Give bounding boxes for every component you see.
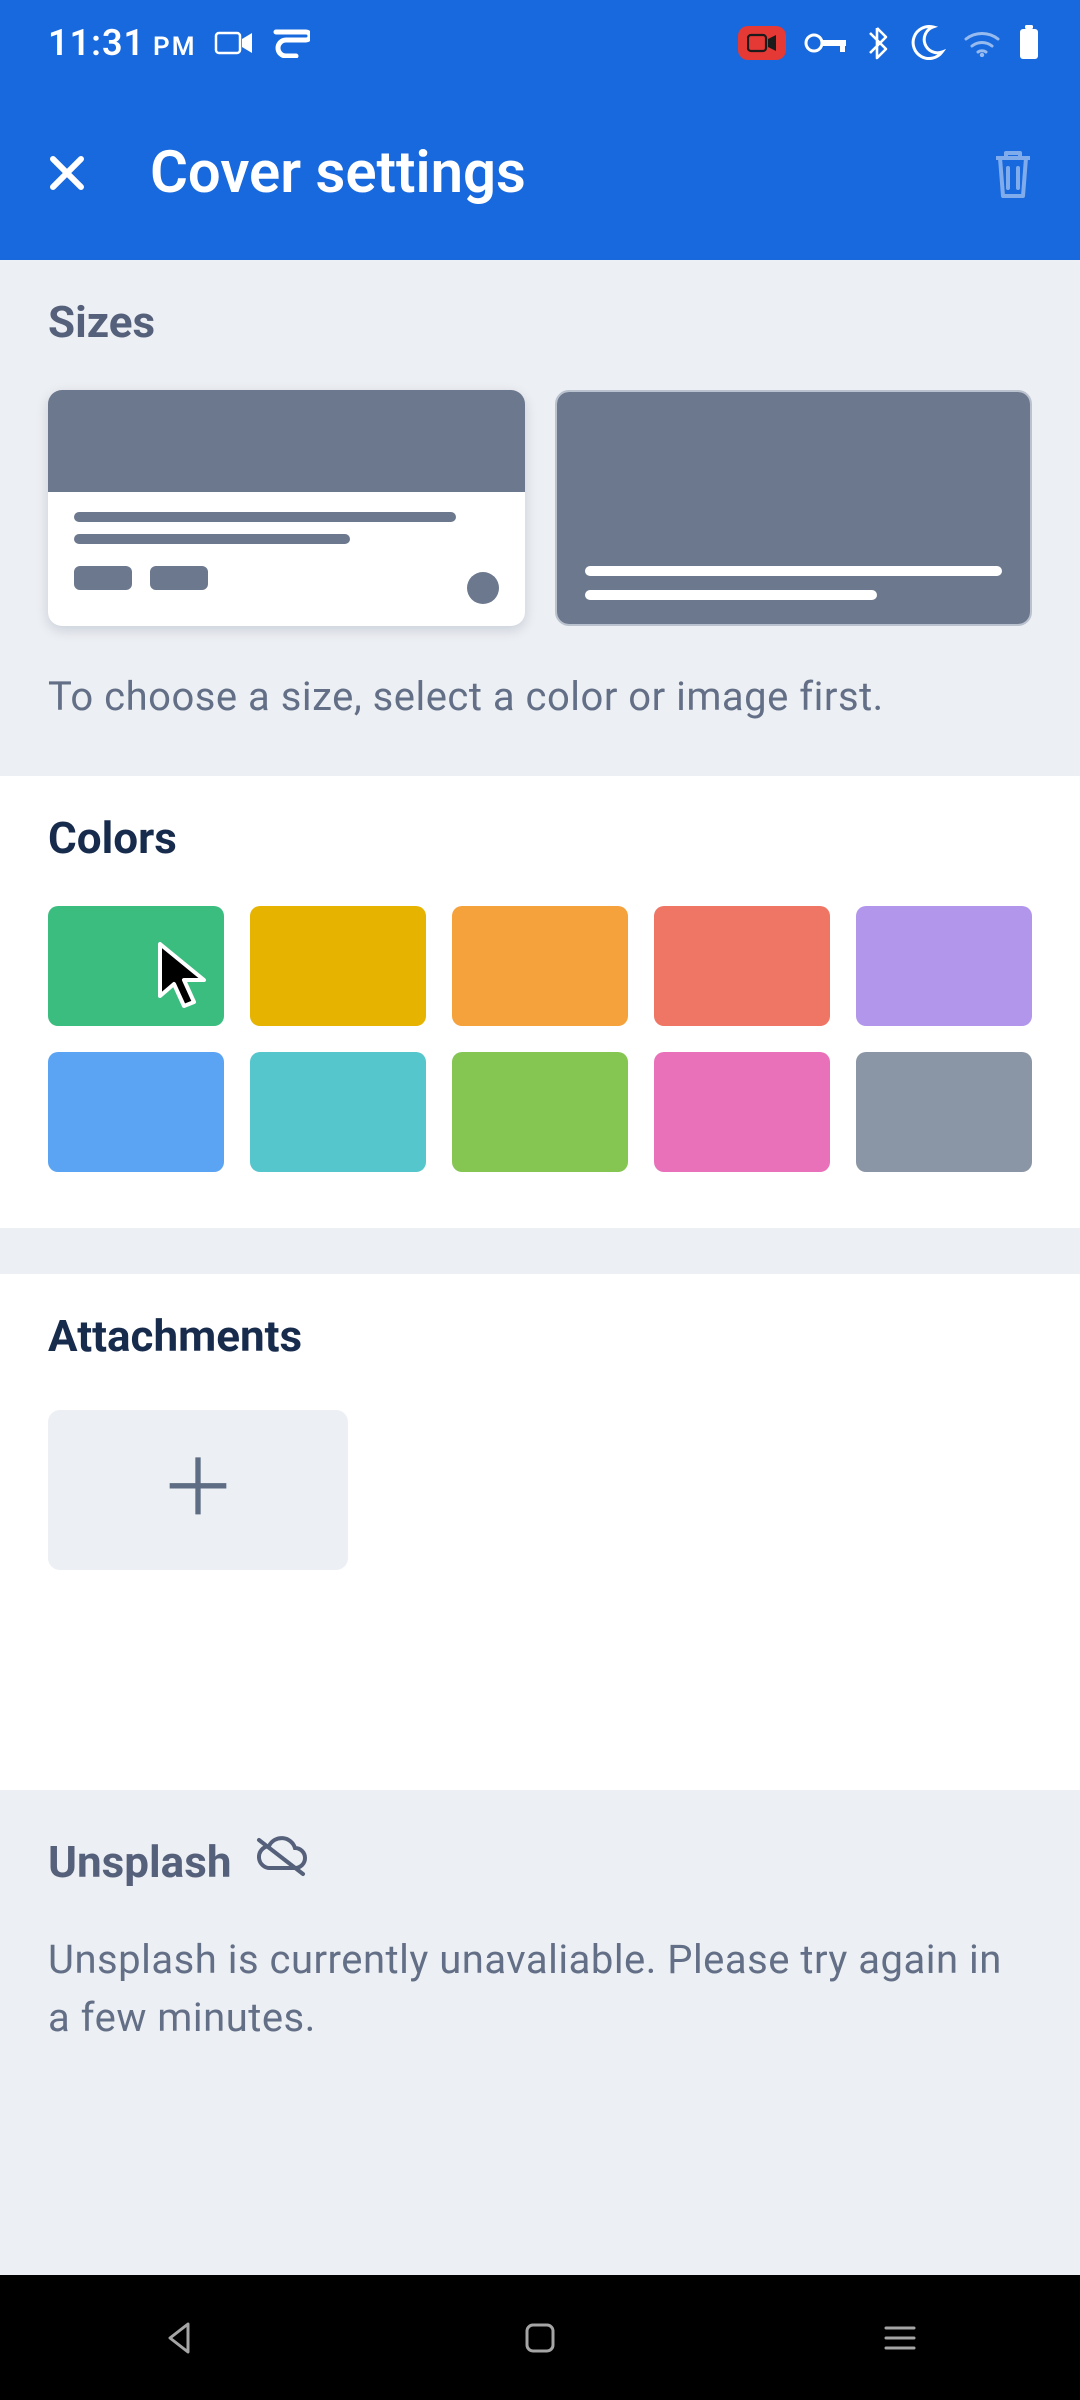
square-home-icon xyxy=(522,2320,558,2356)
colors-section: Colors xyxy=(0,776,1080,1228)
sizes-label: Sizes xyxy=(48,296,1032,348)
sizes-options xyxy=(48,390,1032,626)
color-swatch-yellow[interactable] xyxy=(250,906,426,1026)
status-left: 11:31 PM xyxy=(48,22,310,64)
unsplash-header: Unsplash xyxy=(48,1834,1032,1889)
delete-button[interactable] xyxy=(978,138,1048,208)
size-half-cover-preview xyxy=(48,390,525,492)
cloud-off-icon xyxy=(253,1834,309,1889)
nav-home-button[interactable] xyxy=(510,2308,570,2368)
triangle-back-icon xyxy=(160,2318,200,2358)
status-right xyxy=(738,23,1040,63)
color-swatch-lime[interactable] xyxy=(452,1052,628,1172)
status-time-value: 11:31 xyxy=(48,22,145,64)
size-option-half[interactable] xyxy=(48,390,525,626)
nav-back-button[interactable] xyxy=(150,2308,210,2368)
color-swatch-purple[interactable] xyxy=(856,906,1032,1026)
color-swatch-pink[interactable] xyxy=(654,1052,830,1172)
recording-indicator-icon xyxy=(738,26,786,60)
color-swatch-green[interactable] xyxy=(48,906,224,1026)
app-bar: Cover settings xyxy=(0,85,1080,260)
status-bar: 11:31 PM xyxy=(0,0,1080,85)
close-icon xyxy=(43,149,91,197)
menu-recents-icon xyxy=(880,2322,920,2354)
size-full-cover-preview xyxy=(557,392,1030,624)
attachments-section: Attachments ＋ xyxy=(0,1274,1080,1790)
add-attachment-button[interactable]: ＋ xyxy=(48,1410,348,1570)
status-ampm: PM xyxy=(153,32,196,62)
cursor-icon xyxy=(154,940,210,1012)
size-option-full[interactable] xyxy=(555,390,1032,626)
unsplash-section: Unsplash Unsplash is currently unavaliab… xyxy=(0,1790,1080,2077)
unsplash-label: Unsplash xyxy=(48,1836,231,1888)
attachments-label: Attachments xyxy=(48,1310,1032,1362)
trash-icon xyxy=(988,146,1038,200)
colors-grid xyxy=(48,906,1032,1172)
plus-icon: ＋ xyxy=(159,1451,237,1529)
vpn-key-icon xyxy=(804,31,848,55)
battery-icon xyxy=(1018,25,1040,61)
color-swatch-blue[interactable] xyxy=(48,1052,224,1172)
colors-label: Colors xyxy=(48,812,1032,864)
system-nav-bar xyxy=(0,2275,1080,2400)
sizes-hint: To choose a size, select a color or imag… xyxy=(48,670,1032,724)
unsplash-message: Unsplash is currently unavaliable. Pleas… xyxy=(48,1931,1032,2047)
bluetooth-icon xyxy=(866,26,888,60)
moon-icon xyxy=(906,23,946,63)
status-time: 11:31 PM xyxy=(48,22,196,64)
screen-record-icon xyxy=(214,29,254,57)
section-divider xyxy=(0,1228,1080,1274)
sizes-section: Sizes To choose a size, select a color o… xyxy=(0,260,1080,776)
color-swatch-teal[interactable] xyxy=(250,1052,426,1172)
size-half-body-preview xyxy=(48,492,525,626)
color-swatch-orange[interactable] xyxy=(452,906,628,1026)
close-button[interactable] xyxy=(32,138,102,208)
color-swatch-gray[interactable] xyxy=(856,1052,1032,1172)
wifi-icon xyxy=(964,29,1000,57)
color-swatch-red[interactable] xyxy=(654,906,830,1026)
page-title: Cover settings xyxy=(150,139,930,207)
nav-recents-button[interactable] xyxy=(870,2308,930,2368)
cast-icon xyxy=(272,28,310,58)
